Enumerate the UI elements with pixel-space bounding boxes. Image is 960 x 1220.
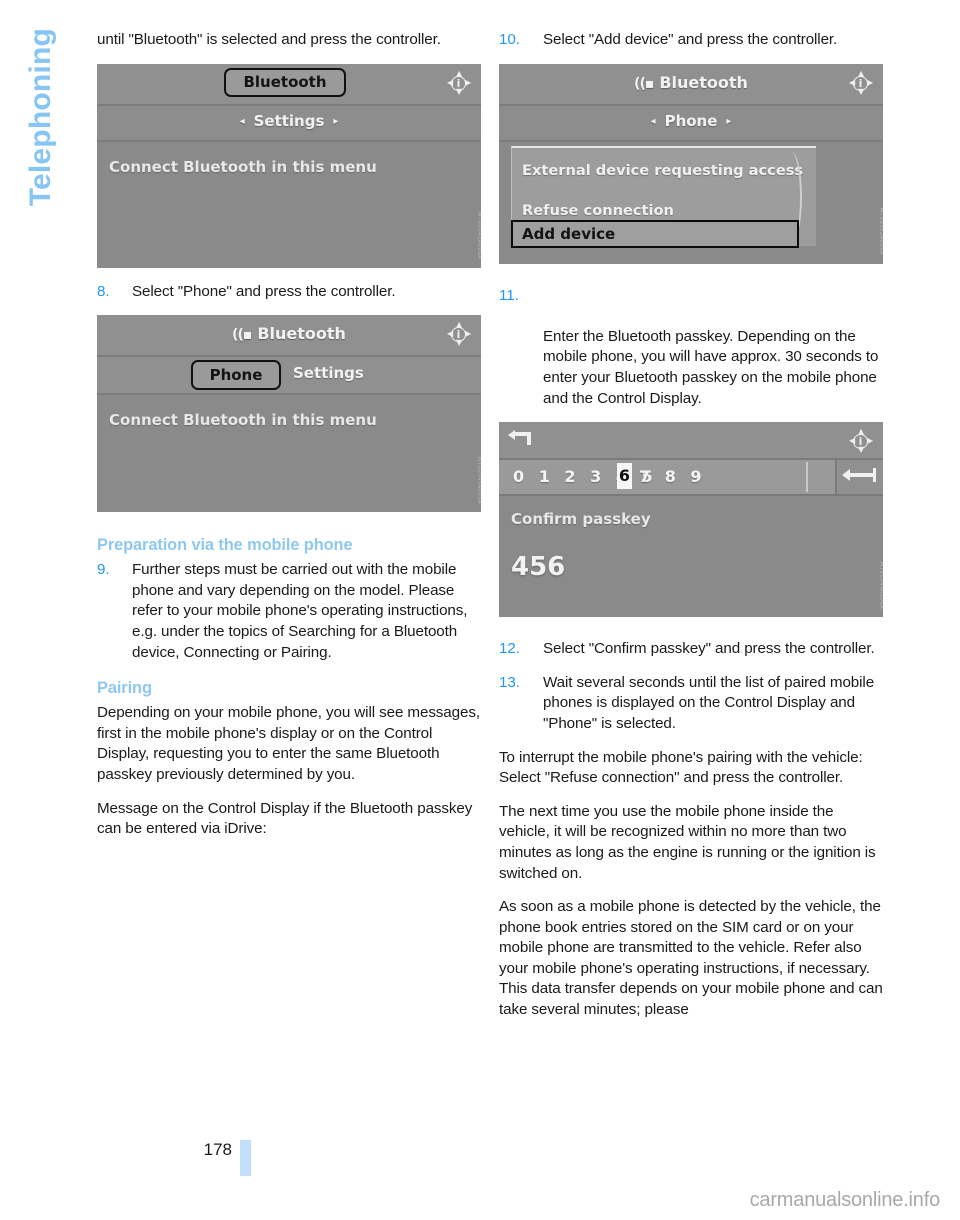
step-10: 10. Select "Add device" and press the co…: [499, 30, 883, 51]
shot3-watermark: MT00352A00SA: [878, 208, 883, 256]
shot1-topbar: Bluetooth i ▲ ▼ ◀ ▶: [97, 63, 481, 106]
step-11: 11. Enter the Bluetooth passkey. Dependi…: [499, 286, 883, 410]
shot2-topbar: ((▪ Bluetooth i ▲ ▼ ◀ ▶: [97, 315, 481, 358]
strip-divider: [806, 462, 808, 493]
shot2-title-text: Bluetooth: [257, 324, 346, 344]
back-arrow-icon[interactable]: [508, 430, 532, 447]
paragraph-interrupt-pairing: To interrupt the mobile phone's pairing …: [499, 748, 863, 787]
shot2-tab-settings[interactable]: Settings: [293, 364, 364, 382]
shot1-body-line: Connect Bluetooth in this menu: [109, 157, 377, 176]
heading-pairing: Pairing: [97, 679, 152, 698]
shot3-menu-label: Phone: [664, 111, 718, 130]
step-13-text: Wait several seconds until the list of p…: [543, 673, 875, 732]
shot2-tab-phone[interactable]: Phone: [191, 360, 281, 391]
shot2-body: Connect Bluetooth in this menu: [97, 395, 481, 513]
shot4-passkey-value: 456: [511, 552, 566, 583]
info-icon: i ▲ ▼ ◀ ▶: [849, 68, 874, 96]
popup-item-add-device-selected[interactable]: Add device: [511, 219, 799, 248]
footer-brand: carmanualsonline.info: [749, 1189, 941, 1211]
shot3-menubar: ◂ Phone ▸: [499, 105, 883, 142]
shot3-topbar: ((▪ Bluetooth i ▲ ▼ ◀ ▶: [499, 63, 883, 106]
backspace-button[interactable]: [835, 460, 883, 495]
popup-item-refuse-connection[interactable]: Refuse connection: [522, 202, 674, 219]
step-12-number: 12.: [499, 640, 520, 658]
chevron-left-icon: ◂: [650, 115, 656, 127]
shot4-watermark: MT00344A00SA: [878, 561, 883, 610]
shot2-title: ((▪ Bluetooth: [97, 324, 481, 343]
screenshot-phone-settings-tabs: ((▪ Bluetooth i ▲ ▼ ◀ ▶ Phone Settings Conn…: [97, 315, 481, 513]
bluetooth-signal-icon: ((▪: [634, 75, 654, 92]
shot3-body: External device requesting access Refuse…: [499, 141, 883, 264]
shot1-menubar: ◂ Settings ▸: [97, 105, 481, 142]
left-column: until "Bluetooth" is selected and press …: [97, 0, 481, 853]
pairing-paragraph-2: Message on the Control Display if the Bl…: [97, 799, 473, 838]
popup-item-external-device[interactable]: External device requesting access: [522, 162, 803, 179]
step-8-text: Select "Phone" and press the controller.: [132, 282, 396, 300]
step-9-text: Further steps must be carried out with t…: [132, 561, 468, 661]
shot2-tabbar: Phone Settings: [97, 357, 481, 396]
pairing-paragraph-1: Depending on your mobile phone, you will…: [97, 704, 480, 783]
info-icon: i ▲ ▼ ◀ ▶: [849, 427, 874, 455]
shot3-title: ((▪ Bluetooth: [499, 73, 883, 92]
step-11-number: 11.: [499, 286, 519, 304]
screenshot-passkey-entry: i ▲ ▼ ◀ ▶ 0 1 2 3 4 5 6 7 8 9 Confirm pass…: [499, 422, 883, 618]
shot2-watermark: MT00345A00SA: [476, 456, 481, 505]
chapter-side-tab: Telephoning: [24, 28, 57, 207]
shot4-topbar: i ▲ ▼ ◀ ▶: [499, 422, 883, 461]
step-9: 9. Further steps must be carried out wit…: [97, 560, 481, 663]
digits-after-cursor[interactable]: 7 8 9: [639, 467, 706, 486]
shot1-menu-label: Settings: [253, 111, 325, 130]
shot4-confirm-passkey-label[interactable]: Confirm passkey: [511, 510, 651, 528]
step-8-number: 8.: [97, 282, 110, 300]
shot4-digit-strip[interactable]: 0 1 2 3 4 5 6 7 8 9: [499, 460, 883, 497]
step-9-number: 9.: [97, 561, 110, 579]
bluetooth-signal-icon: ((▪: [232, 327, 252, 344]
page-number: 178: [203, 1140, 232, 1159]
digits-before-cursor[interactable]: 0 1 2 3 4 5: [513, 467, 657, 486]
chevron-left-icon: ◂: [239, 115, 245, 127]
digit-cursor-selected[interactable]: 6: [617, 463, 632, 490]
shot1-body: Connect Bluetooth in this menu: [97, 141, 481, 268]
shot2-body-line: Connect Bluetooth in this menu: [109, 411, 377, 430]
right-column: 10. Select "Add device" and press the co…: [499, 0, 883, 1034]
shot3-menu-row: ◂ Phone ▸: [499, 112, 883, 130]
shot1-menu-row: ◂ Settings ▸: [97, 112, 481, 130]
screenshot-bluetooth-settings: Bluetooth i ▲ ▼ ◀ ▶ ◂ Settings ▸ Connect Blu…: [97, 63, 481, 268]
paragraph-next-time: The next time you use the mobile phone i…: [499, 802, 876, 882]
step-13: 13. Wait several seconds until the list …: [499, 673, 883, 735]
chevron-right-icon: ▸: [333, 115, 339, 127]
shot1-watermark: MT00343A00SA: [476, 212, 481, 260]
shot3-title-text: Bluetooth: [659, 72, 748, 92]
intro-continuation-paragraph: until "Bluetooth" is selected and press …: [97, 31, 441, 48]
popup-item-add-device-label: Add device: [522, 224, 616, 243]
step-12-text: Select "Confirm passkey" and press the c…: [543, 640, 875, 658]
paragraph-phone-detected: As soon as a mobile phone is detected by…: [499, 898, 883, 1019]
screenshot-add-device-popup: ((▪ Bluetooth i ▲ ▼ ◀ ▶ ◂ Phone ▸ External de…: [499, 63, 883, 264]
heading-preparation-via-mobile-phone: Preparation via the mobile phone: [97, 536, 353, 555]
page-accent-bar: [240, 1140, 251, 1176]
step-11-text: Enter the Bluetooth passkey. Depending o…: [543, 327, 879, 407]
step-8: 8. Select "Phone" and press the controll…: [97, 282, 481, 303]
info-icon: i ▲ ▼ ◀ ▶: [447, 68, 472, 96]
info-icon: i ▲ ▼ ◀ ▶: [447, 320, 472, 348]
chevron-right-icon: ▸: [726, 115, 732, 127]
shot1-title-chip: Bluetooth: [224, 67, 346, 97]
shot4-body: Confirm passkey 456: [499, 496, 883, 618]
step-12: 12. Select "Confirm passkey" and press t…: [499, 639, 883, 660]
step-10-number: 10.: [499, 31, 520, 48]
step-10-text: Select "Add device" and press the contro…: [543, 31, 838, 48]
step-13-number: 13.: [499, 673, 520, 691]
